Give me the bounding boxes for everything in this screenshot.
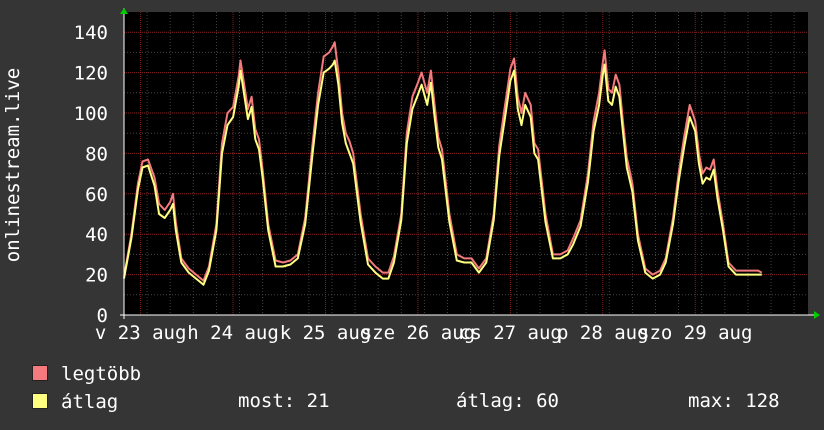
y-tick-label: 120 xyxy=(74,63,108,85)
x-tick-labels: v 23 aug h 24 aug k 25 augsze 26 augcs 27 … xyxy=(95,322,753,344)
stat-atlag: átlag: 60 xyxy=(456,390,559,412)
y-tick-label: 60 xyxy=(85,184,108,206)
legend-label: átlag xyxy=(61,391,119,413)
y-tick-labels: 020406080100120140 xyxy=(74,22,108,327)
legend-swatch-atlag xyxy=(32,393,48,409)
stat-max: max: 128 xyxy=(688,390,780,412)
x-tick-label: szo 29 aug xyxy=(638,322,752,344)
legend-item-atlag: átlag xyxy=(32,390,118,414)
x-tick-label: v 23 aug xyxy=(95,322,187,344)
y-tick-label: 40 xyxy=(85,224,108,246)
legend-item-legtobb: legtöbb xyxy=(32,362,141,386)
x-tick-label: cs 27 aug xyxy=(459,322,562,344)
y-axis-arrow xyxy=(120,8,128,14)
x-axis-arrow xyxy=(814,311,820,319)
x-tick-label: p 28 aug xyxy=(557,322,649,344)
line-chart: 020406080100120140 v 23 aug h 24 aug k 25 … xyxy=(2,8,820,344)
y-tick-label: 20 xyxy=(85,265,108,287)
y-tick-label: 80 xyxy=(85,143,108,165)
y-tick-label: 100 xyxy=(74,103,108,125)
stat-most: most: 21 xyxy=(238,390,330,412)
x-tick-label: k 25 aug xyxy=(280,322,372,344)
plot-background xyxy=(124,12,808,315)
y-tick-label: 140 xyxy=(74,22,108,44)
x-tick-label: h 24 aug xyxy=(187,322,279,344)
legend-label: legtöbb xyxy=(61,363,142,385)
y-axis-label: onlinestream.live xyxy=(2,68,24,262)
legend-swatch-legtobb xyxy=(32,365,48,381)
